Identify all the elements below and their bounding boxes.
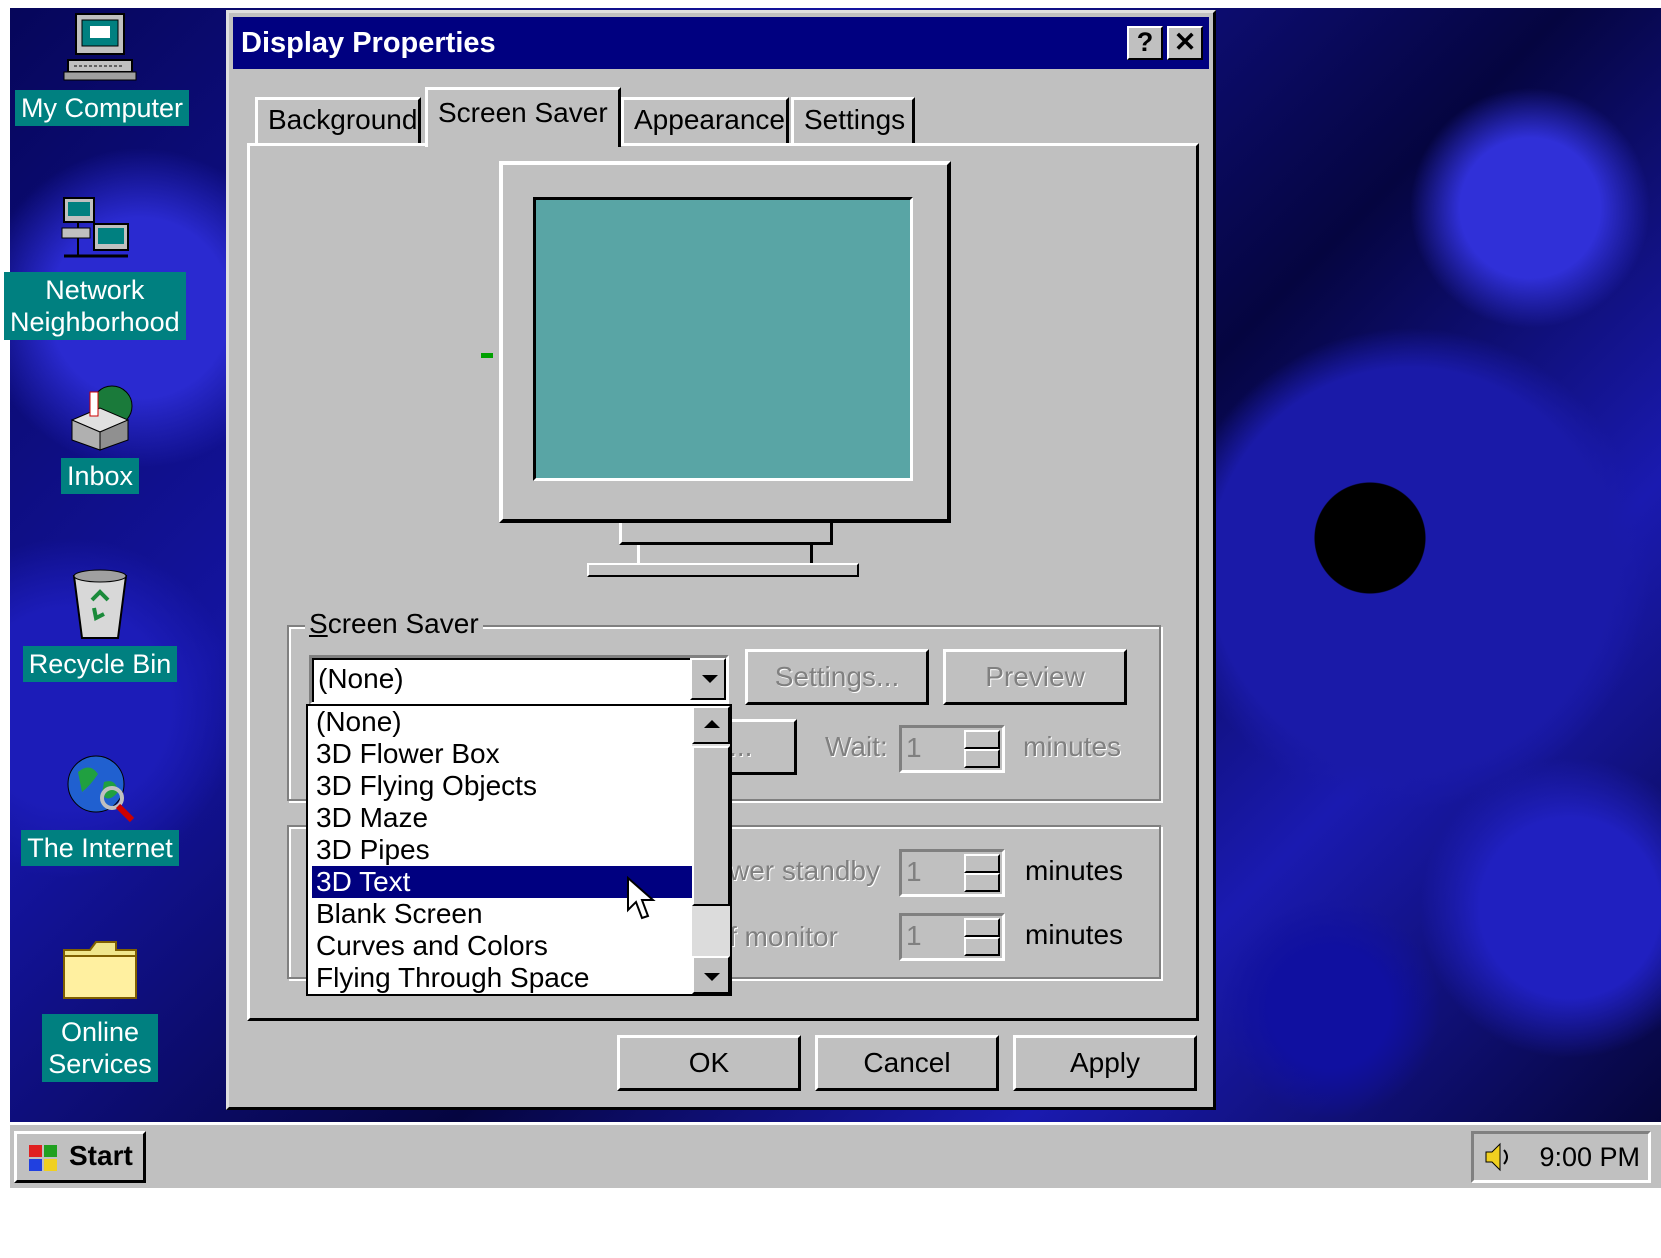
tab-background[interactable]: Background	[255, 97, 421, 143]
preview-button[interactable]: Preview	[943, 649, 1127, 705]
help-button[interactable]: ?	[1127, 26, 1163, 60]
list-item[interactable]: Curves and Colors	[312, 930, 692, 962]
list-item[interactable]: 3D Flower Box	[312, 738, 692, 770]
screen-saver-selected-value: (None)	[318, 663, 404, 694]
dialog-title: Display Properties	[241, 27, 496, 59]
desktop-icon-inbox[interactable]: Inbox	[10, 380, 190, 494]
internet-icon	[60, 752, 140, 824]
tab-screen-saver[interactable]: Screen Saver	[425, 87, 621, 147]
shutoff-unit: minutes	[1025, 919, 1124, 950]
shutoff-spinner[interactable]: 1	[899, 913, 1005, 961]
windows-logo-icon	[25, 1142, 61, 1172]
combo-dropdown-button[interactable]	[690, 658, 726, 700]
dialog-titlebar[interactable]: Display Properties ? ✕	[233, 17, 1209, 69]
standby-spinner[interactable]: 1	[899, 849, 1005, 897]
folder-icon	[60, 936, 140, 1008]
scroll-thumb[interactable]	[692, 746, 730, 906]
desktop-icon-label: My Computer	[14, 90, 190, 126]
my-computer-icon	[62, 12, 142, 84]
wait-spinner[interactable]: 1	[899, 725, 1005, 773]
wait-label: Wait:	[825, 731, 888, 762]
desktop-icon-label: Inbox	[60, 458, 140, 494]
desktop-icon-label: Recycle Bin	[22, 646, 178, 682]
clock[interactable]: 9:00 PM	[1539, 1142, 1640, 1172]
arrow-down-icon	[704, 973, 720, 981]
screen-saver-dropdown-list[interactable]: (None) 3D Flower Box 3D Flying Objects 3…	[306, 704, 732, 996]
start-label: Start	[69, 1140, 133, 1171]
chevron-down-icon	[702, 675, 718, 683]
mouse-pointer-icon	[626, 875, 656, 922]
recycle-bin-icon	[60, 568, 140, 640]
wait-unit: minutes	[1023, 731, 1122, 762]
desktop-icon-my-computer[interactable]: My Computer	[12, 12, 192, 126]
arrow-up-icon	[704, 720, 720, 728]
low-power-standby-label: wer standby	[729, 855, 880, 886]
desktop-icon-label: The Internet	[21, 830, 179, 866]
scroll-down-button[interactable]	[692, 956, 730, 994]
network-neighborhood-icon	[54, 194, 134, 266]
standby-unit: minutes	[1025, 855, 1124, 886]
shutoff-spinner-buttons[interactable]	[964, 918, 1000, 956]
desktop-icon-the-internet[interactable]: The Internet	[10, 752, 190, 866]
list-item[interactable]: 3D Flying Objects	[312, 770, 692, 802]
desktop-icon-label: Network Neighborhood	[4, 272, 186, 340]
monitor-base	[587, 563, 859, 577]
shut-off-monitor-label: f monitor	[729, 921, 838, 952]
desktop-icon-recycle-bin[interactable]: Recycle Bin	[10, 568, 190, 682]
cancel-button[interactable]: Cancel	[815, 1035, 999, 1091]
close-button[interactable]: ✕	[1167, 26, 1203, 60]
apply-button[interactable]: Apply	[1013, 1035, 1197, 1091]
power-led	[481, 353, 493, 358]
inbox-icon	[60, 380, 140, 452]
start-button[interactable]: Start	[14, 1131, 146, 1183]
tab-settings[interactable]: Settings	[791, 97, 915, 143]
list-item[interactable]: Flying Through Space	[312, 962, 692, 994]
monitor-stand	[637, 545, 813, 565]
dropdown-scrollbar[interactable]	[692, 706, 730, 994]
preview-screen	[533, 197, 913, 481]
scroll-up-button[interactable]	[692, 706, 730, 744]
ok-button[interactable]: OK	[617, 1035, 801, 1091]
screen-saver-select[interactable]: (None)	[309, 655, 729, 705]
monitor-preview	[499, 161, 951, 523]
list-item[interactable]: (None)	[312, 706, 692, 738]
wait-spinner-buttons[interactable]	[964, 730, 1000, 768]
list-item[interactable]: 3D Maze	[312, 802, 692, 834]
desktop-icon-network-neighborhood[interactable]: Network Neighborhood	[4, 194, 186, 340]
list-item[interactable]: 3D Pipes	[312, 834, 692, 866]
screen-saver-group-label: Screen Saver	[305, 607, 483, 641]
desktop-icon-label: Online Services	[42, 1014, 158, 1082]
taskbar: Start 9:00 PM	[10, 1122, 1661, 1188]
desktop-icon-online-services[interactable]: Online Services	[10, 936, 190, 1082]
monitor-neck	[619, 523, 833, 545]
standby-spinner-buttons[interactable]	[964, 854, 1000, 892]
system-tray: 9:00 PM	[1471, 1131, 1651, 1183]
settings-button[interactable]: Settings...	[745, 649, 929, 705]
speaker-icon[interactable]	[1482, 1140, 1516, 1174]
tab-appearance[interactable]: Appearance	[621, 97, 789, 143]
